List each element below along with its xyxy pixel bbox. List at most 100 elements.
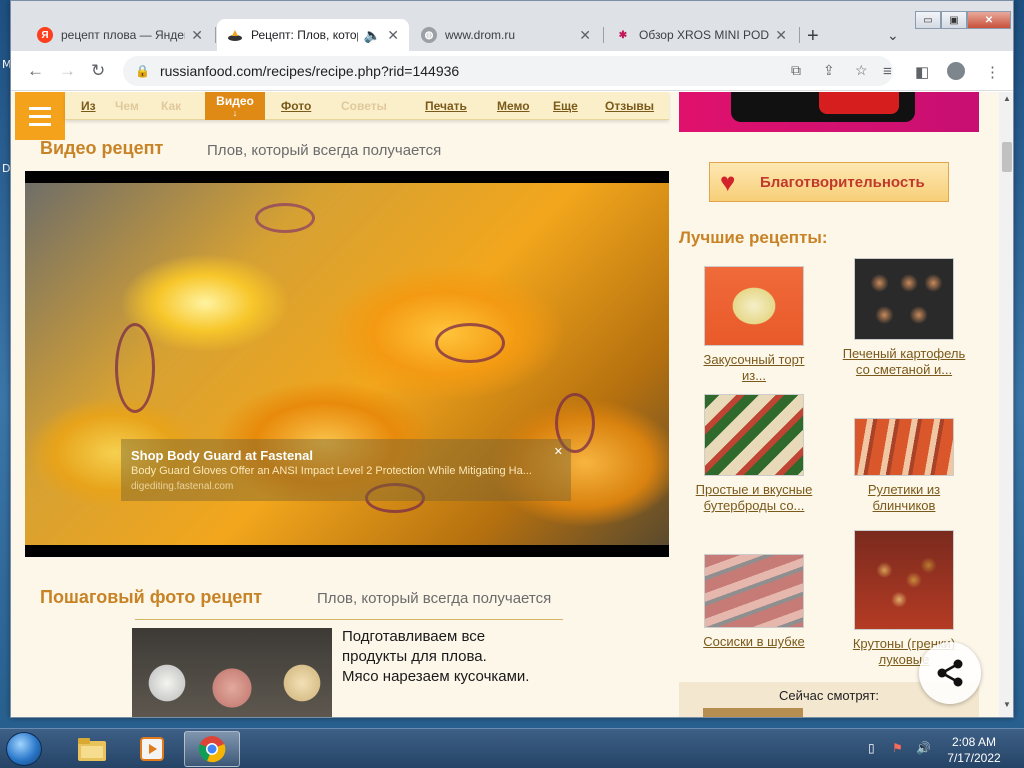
share-icon bbox=[937, 659, 963, 687]
video-player[interactable]: Shop Body Guard at Fastenal Body Guard G… bbox=[25, 171, 669, 557]
video-section-subtitle: Плов, который всегда получается bbox=[207, 142, 442, 159]
web-page: Из Чем Как Видео ↓ Фото Советы Печать Мем… bbox=[11, 92, 999, 717]
volume-icon[interactable]: 🔊 bbox=[916, 741, 931, 755]
chrome-icon bbox=[198, 736, 226, 763]
recipe-thumbnail[interactable] bbox=[854, 418, 954, 476]
ad-source: digediting.fastenal.com bbox=[131, 481, 234, 492]
bookmark-star-icon[interactable]: ☆ bbox=[855, 62, 868, 79]
recipe-menu-bar: Из Чем Как Видео ↓ Фото Советы Печать Мем… bbox=[65, 92, 669, 120]
speaker-icon[interactable]: 🔈 bbox=[364, 27, 381, 44]
menu-item-memo[interactable]: Мемо bbox=[497, 99, 530, 113]
tab-yandex[interactable]: Я рецепт плова — Яндекс ✕ bbox=[27, 19, 213, 51]
menu-item-print[interactable]: Печать bbox=[425, 99, 467, 113]
forward-button[interactable]: → bbox=[59, 61, 76, 81]
chrome-taskbar-button[interactable] bbox=[184, 731, 240, 767]
recipe-card[interactable]: Сосиски в шубке bbox=[679, 554, 829, 650]
browser-toolbar: ← → ↻ 🔒 russianfood.com/recipes/recipe.p… bbox=[11, 51, 1013, 91]
scroll-up-icon[interactable]: ▲ bbox=[1003, 94, 1011, 103]
scroll-thumb[interactable] bbox=[1002, 142, 1012, 172]
explorer-taskbar-button[interactable] bbox=[64, 731, 120, 767]
divider bbox=[135, 619, 563, 620]
network-icon[interactable]: ▯ bbox=[868, 741, 875, 755]
close-tab-icon[interactable]: ✕ bbox=[579, 27, 591, 44]
tab-strip: Я рецепт плова — Яндекс ✕ Рецепт: Плов, … bbox=[11, 1, 1013, 51]
menu-item-more[interactable]: Еще bbox=[553, 99, 578, 113]
recipe-card[interactable]: Закусочный торт из... bbox=[679, 266, 829, 384]
recipe-card[interactable]: Рулетики из блинчиков bbox=[829, 418, 979, 514]
close-tab-icon[interactable]: ✕ bbox=[387, 27, 399, 44]
russianfood-icon bbox=[227, 27, 243, 43]
address-bar[interactable]: 🔒 russianfood.com/recipes/recipe.php?rid… bbox=[123, 56, 893, 86]
page-scrollbar[interactable]: ▲ ▼ bbox=[999, 92, 1013, 717]
reload-button[interactable]: ↻ bbox=[91, 61, 105, 81]
back-button[interactable]: ← bbox=[27, 61, 44, 81]
tab-search-button[interactable]: ⌄ bbox=[887, 27, 899, 44]
browser-window: Я рецепт плова — Яндекс ✕ Рецепт: Плов, … bbox=[10, 0, 1014, 718]
tab-title: www.drom.ru bbox=[445, 28, 516, 42]
step-text: Подготавливаем все продукты для плова. М… bbox=[342, 628, 530, 685]
scroll-down-icon[interactable]: ▼ bbox=[1003, 700, 1011, 709]
recipe-link[interactable]: Закусочный торт из... bbox=[679, 352, 829, 384]
menu-item-from[interactable]: Из bbox=[81, 99, 96, 113]
close-window-button[interactable]: ✕ bbox=[967, 11, 1011, 29]
recipe-card[interactable]: Печеный картофель со сметаной и... bbox=[829, 258, 979, 378]
tab-drom[interactable]: ◍ www.drom.ru ✕ bbox=[411, 19, 601, 51]
recipe-link[interactable]: Простые и вкусные бутерброды со... bbox=[679, 482, 829, 514]
close-tab-icon[interactable]: ✕ bbox=[191, 27, 203, 44]
menu-item-with[interactable]: Чем bbox=[115, 99, 139, 113]
step-photo[interactable] bbox=[132, 628, 332, 717]
close-tab-icon[interactable]: ✕ bbox=[775, 27, 787, 44]
maximize-button[interactable]: ▣ bbox=[941, 11, 967, 29]
video-overlay-ad[interactable]: Shop Body Guard at Fastenal Body Guard G… bbox=[121, 439, 571, 501]
recipe-thumbnail[interactable] bbox=[854, 530, 954, 630]
recipe-card[interactable]: Простые и вкусные бутерброды со... bbox=[679, 394, 829, 514]
lock-icon[interactable]: 🔒 bbox=[135, 64, 150, 78]
menu-kebab-icon[interactable]: ⋮ bbox=[985, 63, 1000, 81]
translate-icon[interactable]: ⧉ bbox=[791, 62, 801, 79]
ad-body: Body Guard Gloves Offer an ANSI Impact L… bbox=[131, 465, 532, 477]
reading-list-icon[interactable]: ≡ bbox=[883, 63, 892, 80]
start-button[interactable] bbox=[6, 732, 42, 766]
share-button[interactable] bbox=[919, 642, 981, 704]
photo-section-title: Пошаговый фото рецепт bbox=[40, 587, 263, 607]
share-page-icon[interactable]: ⇪ bbox=[823, 62, 835, 79]
sidebar-banner[interactable] bbox=[679, 92, 979, 132]
tab-russianfood[interactable]: Рецепт: Плов, который всегда получается … bbox=[217, 19, 409, 51]
recipe-link[interactable]: Рулетики из блинчиков bbox=[829, 482, 979, 514]
ad-headline[interactable]: Shop Body Guard at Fastenal bbox=[131, 448, 313, 463]
tab-title: Рецепт: Плов, который всегда получается bbox=[251, 28, 358, 42]
yandex-icon: Я bbox=[37, 27, 53, 43]
menu-item-video[interactable]: Видео ↓ bbox=[205, 92, 265, 120]
recipe-link[interactable]: Печеный картофель со сметаной и... bbox=[829, 346, 979, 378]
heart-hands-icon: ♥ bbox=[720, 167, 736, 197]
charity-label: Благотворительность bbox=[760, 173, 925, 191]
menu-item-how[interactable]: Как bbox=[161, 99, 181, 113]
media-player-taskbar-button[interactable] bbox=[124, 731, 180, 767]
photo-section-subtitle: Плов, который всегда получается bbox=[317, 590, 552, 607]
recipe-thumbnail[interactable] bbox=[704, 554, 804, 628]
video-section-title: Видео рецепт bbox=[40, 138, 164, 158]
best-recipes-title: Лучшие рецепты: bbox=[679, 228, 828, 247]
menu-item-photo[interactable]: Фото bbox=[281, 99, 311, 113]
vape-site-icon: ✱ bbox=[618, 29, 628, 41]
minimize-button[interactable]: ▭ bbox=[915, 11, 941, 29]
system-clock[interactable]: 2:08 AM 7/17/2022 bbox=[944, 734, 1004, 766]
recipe-thumbnail[interactable] bbox=[854, 258, 954, 340]
hamburger-menu-button[interactable] bbox=[15, 92, 65, 140]
ad-close-icon[interactable]: ✕ bbox=[554, 445, 563, 458]
menu-item-reviews[interactable]: Отзывы bbox=[605, 99, 654, 113]
menu-item-tips[interactable]: Советы bbox=[341, 99, 387, 113]
recipe-link[interactable]: Сосиски в шубке bbox=[679, 634, 829, 650]
now-watching-thumbnail[interactable] bbox=[703, 708, 803, 717]
side-panel-icon[interactable]: ◧ bbox=[915, 63, 929, 81]
action-center-icon[interactable]: ⚑ bbox=[892, 741, 903, 755]
profile-avatar-icon[interactable] bbox=[947, 62, 965, 80]
recipe-thumbnail[interactable] bbox=[704, 394, 804, 476]
tab-title: Обзор XROS MINI POD bbox=[639, 28, 770, 42]
address-url[interactable]: russianfood.com/recipes/recipe.php?rid=1… bbox=[160, 63, 459, 79]
tab-xros[interactable]: ✱ Обзор XROS MINI POD ✕ bbox=[605, 19, 797, 51]
recipe-thumbnail[interactable] bbox=[704, 266, 804, 346]
media-player-icon bbox=[140, 737, 164, 761]
new-tab-button[interactable]: + bbox=[807, 25, 819, 48]
charity-button[interactable]: ♥ Благотворительность bbox=[709, 162, 949, 202]
